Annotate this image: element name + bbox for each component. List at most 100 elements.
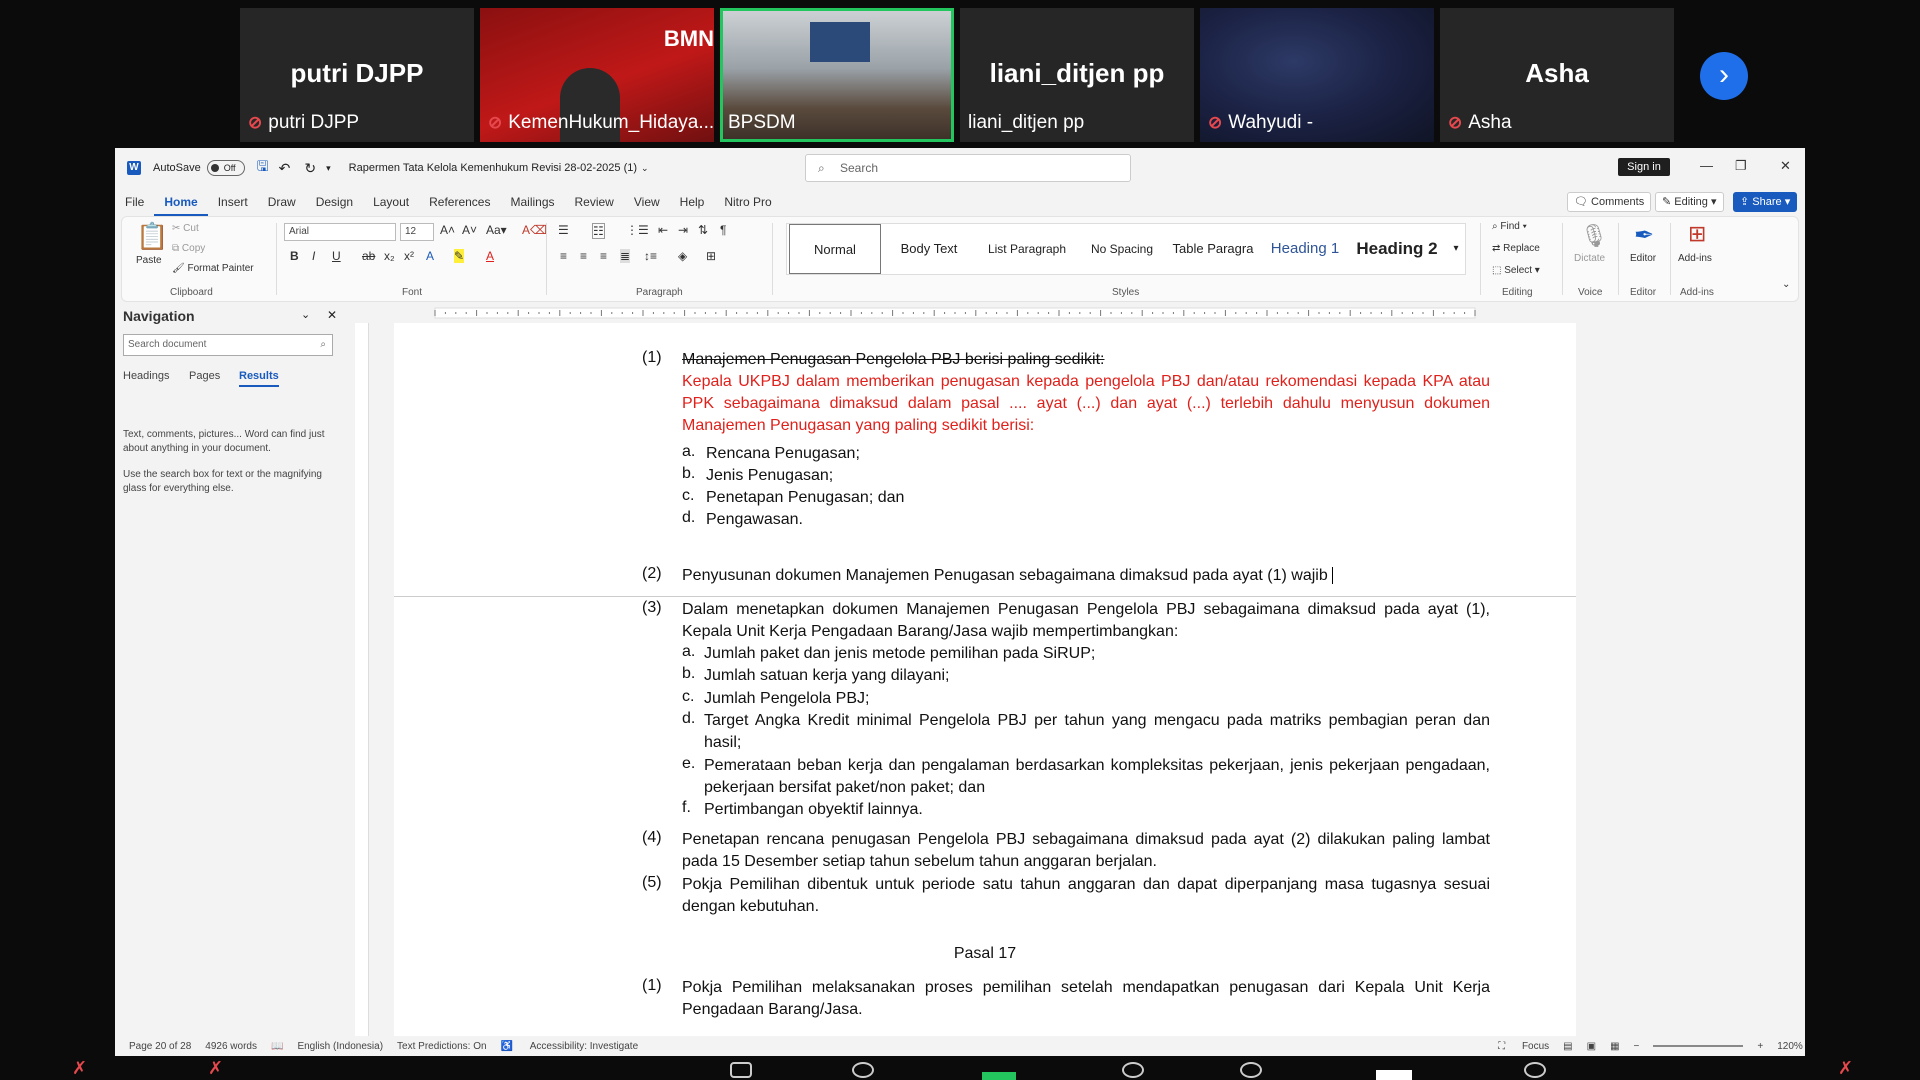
find-button[interactable]: ⌕ Find ▾ [1492, 221, 1527, 232]
pane-options-chevron-icon[interactable]: ⌄ [301, 308, 310, 321]
language[interactable]: English (Indonesia) [297, 1041, 383, 1052]
sort-icon[interactable]: ⇅ [698, 223, 708, 237]
clear-formatting-icon[interactable]: A⌫ [522, 223, 547, 237]
shading-icon[interactable]: ◈ [678, 249, 687, 263]
participants-icon[interactable] [852, 1062, 874, 1078]
line-spacing-icon[interactable]: ↕≡ [644, 249, 657, 263]
print-layout-icon[interactable]: ▣ [1587, 1041, 1596, 1052]
document-page[interactable]: (1) Manajemen Penugasan Pengelola PBJ be… [394, 323, 1576, 1053]
search-document-input[interactable]: Search document ⌕ [123, 334, 333, 356]
document-title[interactable]: Rapermen Tata Kelola Kemenhukum Revisi 2… [349, 162, 637, 174]
nav-tab-pages[interactable]: Pages [189, 370, 220, 382]
apps-icon[interactable] [1376, 1070, 1412, 1080]
word-count[interactable]: 4926 words [205, 1041, 257, 1052]
save-icon[interactable]: 🖫 [257, 156, 269, 180]
text-effects-icon[interactable]: A [426, 249, 434, 263]
tab-insert[interactable]: Insert [208, 188, 258, 216]
restore-icon[interactable]: ❐ [1735, 158, 1747, 174]
collapse-ribbon-chevron-icon[interactable]: ⌄ [1782, 279, 1790, 290]
reactions-icon[interactable] [1240, 1062, 1262, 1078]
page-count[interactable]: Page 20 of 28 [129, 1041, 191, 1052]
tab-references[interactable]: References [419, 188, 500, 216]
highlight-icon[interactable]: ✎ [454, 249, 465, 263]
horizontal-ruler[interactable] [375, 306, 1585, 320]
bullets-icon[interactable]: ☰ [558, 223, 569, 237]
close-icon[interactable]: ✕ [1780, 158, 1791, 174]
tab-view[interactable]: View [624, 188, 670, 216]
bold-icon[interactable]: B [290, 249, 299, 263]
replace-button[interactable]: ⇄ Replace [1492, 243, 1540, 254]
strikethrough-icon[interactable]: ab [362, 249, 375, 263]
tab-draw[interactable]: Draw [258, 188, 306, 216]
microphone-icon[interactable]: 🎙 [1580, 223, 1608, 249]
proofing-icon[interactable]: 📖 [271, 1041, 283, 1052]
editing-mode-button[interactable]: ✎ Editing ▾ [1655, 192, 1724, 212]
tab-nitro-pro[interactable]: Nitro Pro [714, 188, 781, 216]
vertical-ruler[interactable] [355, 323, 369, 1043]
minimize-icon[interactable]: — [1700, 158, 1713, 173]
cut-button[interactable]: ✂ Cut [172, 223, 199, 234]
mic-muted-icon[interactable]: ✗ [72, 1058, 87, 1079]
nav-tab-headings[interactable]: Headings [123, 370, 169, 382]
style-heading-1[interactable]: Heading 1 [1261, 224, 1349, 274]
redo-icon[interactable]: ↻ [304, 160, 316, 177]
undo-icon[interactable]: ↶ [279, 160, 291, 177]
superscript-icon[interactable]: x² [404, 249, 414, 263]
text-predictions[interactable]: Text Predictions: On [397, 1041, 486, 1052]
video-off-icon[interactable]: ✗ [208, 1058, 223, 1079]
show-formatting-icon[interactable]: ¶ [720, 223, 726, 237]
accessibility-status[interactable]: ♿ Accessibility: Investigate [501, 1041, 639, 1052]
sign-in-button[interactable]: Sign in [1618, 158, 1670, 176]
font-color-icon[interactable]: A [486, 249, 494, 263]
borders-icon[interactable]: ⊞ [706, 249, 716, 263]
align-right-icon[interactable]: ≡ [600, 249, 607, 263]
tab-design[interactable]: Design [306, 188, 363, 216]
align-left-icon[interactable]: ≡ [560, 249, 567, 263]
numbering-icon[interactable]: ☷ [592, 223, 605, 239]
style-normal[interactable]: Normal [789, 224, 881, 274]
shrink-font-icon[interactable]: A˅ [462, 223, 477, 237]
participant-tile-bpsdm[interactable]: BPSDM [720, 8, 954, 142]
paste-icon[interactable]: 📋 [136, 221, 168, 252]
grow-font-icon[interactable]: A˄ [440, 223, 455, 237]
comments-button[interactable]: 🗨 Comments [1567, 192, 1652, 212]
participant-tile-asha[interactable]: Asha ⊘ Asha [1440, 8, 1674, 142]
addins-button-label[interactable]: Add-ins [1678, 253, 1712, 264]
tab-layout[interactable]: Layout [363, 188, 419, 216]
zoom-level[interactable]: 120% [1777, 1041, 1803, 1052]
editor-icon[interactable]: ✒ [1634, 221, 1654, 250]
zoom-slider[interactable] [1653, 1045, 1744, 1047]
styles-more-chevron-icon[interactable]: ▾ [1447, 224, 1465, 274]
tab-review[interactable]: Review [565, 188, 624, 216]
participant-tile-putri[interactable]: putri DJPP ⊘ putri DJPP [240, 8, 474, 142]
chevron-down-icon[interactable]: ⌄ [641, 163, 649, 174]
tab-home[interactable]: Home [154, 188, 208, 216]
share-button[interactable]: ⇪ Share ▾ [1733, 192, 1798, 212]
copy-button[interactable]: ⧉ Copy [172, 243, 205, 254]
security-icon[interactable] [730, 1062, 752, 1078]
multilevel-list-icon[interactable]: ⋮☰ [626, 223, 649, 237]
tab-mailings[interactable]: Mailings [500, 188, 564, 216]
leave-icon[interactable]: ✗ [1838, 1058, 1853, 1079]
change-case-icon[interactable]: Aa▾ [486, 223, 507, 237]
participant-tile-wahyudi[interactable]: ⊘ Wahyudi - [1200, 8, 1434, 142]
close-pane-icon[interactable]: ✕ [327, 308, 337, 322]
paste-label[interactable]: Paste [136, 255, 162, 266]
underline-icon[interactable]: U [332, 249, 341, 263]
search-icon[interactable]: ⌕ [320, 335, 326, 355]
participant-tile-liani[interactable]: liani_ditjen pp liani_ditjen pp [960, 8, 1194, 142]
tab-file[interactable]: File [115, 188, 154, 216]
web-layout-icon[interactable]: ▦ [1610, 1041, 1619, 1052]
select-button[interactable]: ⬚ Select ▾ [1492, 265, 1540, 276]
tab-help[interactable]: Help [670, 188, 715, 216]
add-ins-grid-icon[interactable]: ⊞ [1688, 221, 1706, 247]
style-no-spacing[interactable]: No Spacing [1079, 224, 1165, 274]
read-mode-icon[interactable]: ▤ [1563, 1041, 1572, 1052]
zoom-in-icon[interactable]: + [1757, 1041, 1763, 1052]
justify-icon[interactable]: ≣ [620, 249, 631, 263]
italic-icon[interactable]: I [312, 249, 315, 263]
customize-toolbar-icon[interactable]: ▾ [326, 163, 331, 174]
participant-tile-kemenhukum[interactable]: BMN ⊘ KemenHukum_Hidaya... [480, 8, 714, 142]
font-size-select[interactable]: 12 [400, 223, 434, 241]
next-page-chevron-icon[interactable]: › [1700, 52, 1748, 100]
